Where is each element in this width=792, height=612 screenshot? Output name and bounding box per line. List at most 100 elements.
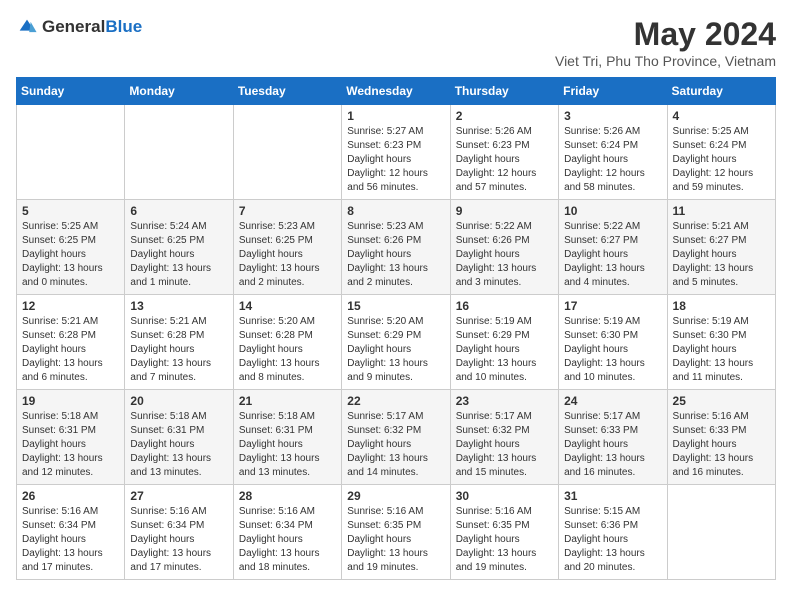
calendar-cell: 23 Sunrise: 5:17 AM Sunset: 6:32 PM Dayl… [450,390,558,485]
day-info: Sunrise: 5:24 AM Sunset: 6:25 PM Dayligh… [130,220,227,290]
calendar-cell: 1 Sunrise: 5:27 AM Sunset: 6:23 PM Dayli… [342,105,450,200]
day-info: Sunrise: 5:20 AM Sunset: 6:28 PM Dayligh… [239,315,336,385]
title-block: May 2024 Viet Tri, Phu Tho Province, Vie… [555,16,776,69]
day-number: 7 [239,204,336,218]
logo-general: GeneralBlue [42,17,142,37]
calendar-cell [233,105,341,200]
day-number: 21 [239,394,336,408]
calendar-week-3: 12 Sunrise: 5:21 AM Sunset: 6:28 PM Dayl… [17,295,776,390]
day-number: 6 [130,204,227,218]
day-info: Sunrise: 5:16 AM Sunset: 6:34 PM Dayligh… [130,505,227,575]
day-info: Sunrise: 5:18 AM Sunset: 6:31 PM Dayligh… [22,410,119,480]
calendar-cell: 9 Sunrise: 5:22 AM Sunset: 6:26 PM Dayli… [450,200,558,295]
day-number: 9 [456,204,553,218]
col-sunday: Sunday [17,78,125,105]
day-info: Sunrise: 5:20 AM Sunset: 6:29 PM Dayligh… [347,315,444,385]
day-info: Sunrise: 5:16 AM Sunset: 6:34 PM Dayligh… [22,505,119,575]
calendar-cell: 30 Sunrise: 5:16 AM Sunset: 6:35 PM Dayl… [450,485,558,580]
day-number: 29 [347,489,444,503]
col-wednesday: Wednesday [342,78,450,105]
calendar-cell [17,105,125,200]
calendar-week-4: 19 Sunrise: 5:18 AM Sunset: 6:31 PM Dayl… [17,390,776,485]
calendar-cell: 13 Sunrise: 5:21 AM Sunset: 6:28 PM Dayl… [125,295,233,390]
day-number: 1 [347,109,444,123]
day-info: Sunrise: 5:23 AM Sunset: 6:25 PM Dayligh… [239,220,336,290]
day-info: Sunrise: 5:26 AM Sunset: 6:24 PM Dayligh… [564,125,661,195]
day-number: 24 [564,394,661,408]
day-number: 14 [239,299,336,313]
calendar-cell: 15 Sunrise: 5:20 AM Sunset: 6:29 PM Dayl… [342,295,450,390]
day-info: Sunrise: 5:23 AM Sunset: 6:26 PM Dayligh… [347,220,444,290]
day-info: Sunrise: 5:15 AM Sunset: 6:36 PM Dayligh… [564,505,661,575]
calendar-cell: 12 Sunrise: 5:21 AM Sunset: 6:28 PM Dayl… [17,295,125,390]
col-friday: Friday [559,78,667,105]
calendar-table: Sunday Monday Tuesday Wednesday Thursday… [16,77,776,580]
calendar-cell: 31 Sunrise: 5:15 AM Sunset: 6:36 PM Dayl… [559,485,667,580]
col-monday: Monday [125,78,233,105]
logo-icon [16,16,38,38]
day-info: Sunrise: 5:21 AM Sunset: 6:27 PM Dayligh… [673,220,770,290]
calendar-cell: 2 Sunrise: 5:26 AM Sunset: 6:23 PM Dayli… [450,105,558,200]
calendar-cell: 11 Sunrise: 5:21 AM Sunset: 6:27 PM Dayl… [667,200,775,295]
day-info: Sunrise: 5:16 AM Sunset: 6:34 PM Dayligh… [239,505,336,575]
calendar-cell: 8 Sunrise: 5:23 AM Sunset: 6:26 PM Dayli… [342,200,450,295]
day-number: 20 [130,394,227,408]
calendar-cell: 27 Sunrise: 5:16 AM Sunset: 6:34 PM Dayl… [125,485,233,580]
day-number: 31 [564,489,661,503]
day-number: 2 [456,109,553,123]
day-info: Sunrise: 5:18 AM Sunset: 6:31 PM Dayligh… [239,410,336,480]
calendar-cell: 26 Sunrise: 5:16 AM Sunset: 6:34 PM Dayl… [17,485,125,580]
day-info: Sunrise: 5:21 AM Sunset: 6:28 PM Dayligh… [22,315,119,385]
calendar-cell: 14 Sunrise: 5:20 AM Sunset: 6:28 PM Dayl… [233,295,341,390]
calendar-cell: 28 Sunrise: 5:16 AM Sunset: 6:34 PM Dayl… [233,485,341,580]
page-header: GeneralBlue May 2024 Viet Tri, Phu Tho P… [16,16,776,69]
calendar-cell: 18 Sunrise: 5:19 AM Sunset: 6:30 PM Dayl… [667,295,775,390]
location: Viet Tri, Phu Tho Province, Vietnam [555,53,776,69]
logo: GeneralBlue [16,16,142,38]
calendar-cell: 4 Sunrise: 5:25 AM Sunset: 6:24 PM Dayli… [667,105,775,200]
day-info: Sunrise: 5:26 AM Sunset: 6:23 PM Dayligh… [456,125,553,195]
day-number: 8 [347,204,444,218]
day-info: Sunrise: 5:25 AM Sunset: 6:25 PM Dayligh… [22,220,119,290]
calendar-week-1: 1 Sunrise: 5:27 AM Sunset: 6:23 PM Dayli… [17,105,776,200]
day-number: 10 [564,204,661,218]
day-info: Sunrise: 5:21 AM Sunset: 6:28 PM Dayligh… [130,315,227,385]
calendar-cell: 20 Sunrise: 5:18 AM Sunset: 6:31 PM Dayl… [125,390,233,485]
day-info: Sunrise: 5:25 AM Sunset: 6:24 PM Dayligh… [673,125,770,195]
calendar-cell: 6 Sunrise: 5:24 AM Sunset: 6:25 PM Dayli… [125,200,233,295]
day-number: 13 [130,299,227,313]
day-info: Sunrise: 5:19 AM Sunset: 6:30 PM Dayligh… [673,315,770,385]
calendar-cell: 24 Sunrise: 5:17 AM Sunset: 6:33 PM Dayl… [559,390,667,485]
calendar-cell: 3 Sunrise: 5:26 AM Sunset: 6:24 PM Dayli… [559,105,667,200]
day-info: Sunrise: 5:16 AM Sunset: 6:35 PM Dayligh… [456,505,553,575]
day-number: 27 [130,489,227,503]
calendar-header: Sunday Monday Tuesday Wednesday Thursday… [17,78,776,105]
day-info: Sunrise: 5:16 AM Sunset: 6:33 PM Dayligh… [673,410,770,480]
day-info: Sunrise: 5:22 AM Sunset: 6:26 PM Dayligh… [456,220,553,290]
day-info: Sunrise: 5:17 AM Sunset: 6:32 PM Dayligh… [456,410,553,480]
day-number: 23 [456,394,553,408]
day-number: 25 [673,394,770,408]
day-number: 4 [673,109,770,123]
calendar-cell: 7 Sunrise: 5:23 AM Sunset: 6:25 PM Dayli… [233,200,341,295]
calendar-cell: 19 Sunrise: 5:18 AM Sunset: 6:31 PM Dayl… [17,390,125,485]
calendar-cell: 5 Sunrise: 5:25 AM Sunset: 6:25 PM Dayli… [17,200,125,295]
day-info: Sunrise: 5:17 AM Sunset: 6:32 PM Dayligh… [347,410,444,480]
day-info: Sunrise: 5:27 AM Sunset: 6:23 PM Dayligh… [347,125,444,195]
day-number: 12 [22,299,119,313]
day-info: Sunrise: 5:18 AM Sunset: 6:31 PM Dayligh… [130,410,227,480]
day-number: 11 [673,204,770,218]
header-row: Sunday Monday Tuesday Wednesday Thursday… [17,78,776,105]
calendar-week-2: 5 Sunrise: 5:25 AM Sunset: 6:25 PM Dayli… [17,200,776,295]
day-number: 30 [456,489,553,503]
col-thursday: Thursday [450,78,558,105]
calendar-cell: 22 Sunrise: 5:17 AM Sunset: 6:32 PM Dayl… [342,390,450,485]
day-info: Sunrise: 5:19 AM Sunset: 6:30 PM Dayligh… [564,315,661,385]
day-info: Sunrise: 5:16 AM Sunset: 6:35 PM Dayligh… [347,505,444,575]
day-number: 18 [673,299,770,313]
day-info: Sunrise: 5:17 AM Sunset: 6:33 PM Dayligh… [564,410,661,480]
calendar-week-5: 26 Sunrise: 5:16 AM Sunset: 6:34 PM Dayl… [17,485,776,580]
calendar-body: 1 Sunrise: 5:27 AM Sunset: 6:23 PM Dayli… [17,105,776,580]
col-tuesday: Tuesday [233,78,341,105]
calendar-cell: 25 Sunrise: 5:16 AM Sunset: 6:33 PM Dayl… [667,390,775,485]
